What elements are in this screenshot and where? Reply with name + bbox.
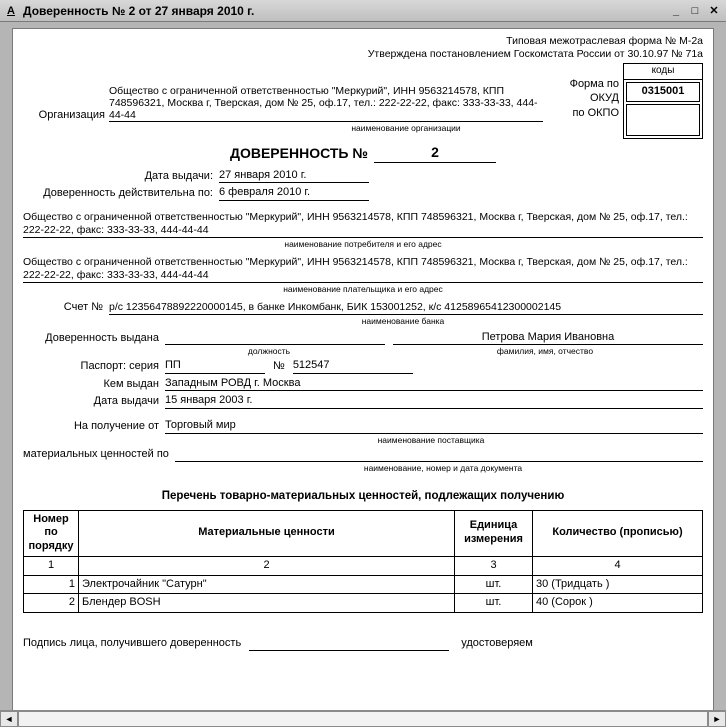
supplier: Торговый мир — [165, 419, 703, 434]
account-label: Счет № — [23, 301, 109, 315]
items-table: Номер по порядку Материальные ценности Е… — [23, 510, 703, 614]
issued-position — [165, 331, 385, 345]
valid-date: 6 февраля 2010 г. — [219, 186, 369, 201]
account-text: р/с 12356478892220000145, в банке Инкомб… — [109, 301, 703, 315]
doc-title: ДОВЕРЕННОСТЬ № — [230, 145, 368, 163]
doc-caption: наименование, номер и дата документа — [183, 463, 703, 474]
codes-header: коды — [623, 63, 703, 79]
table-header-row: Номер по порядку Материальные ценности Е… — [24, 510, 703, 556]
valid-label: Доверенность действительна по: — [23, 187, 219, 201]
close-button[interactable]: ✕ — [706, 4, 722, 18]
issued-by-label: Кем выдан — [23, 378, 165, 392]
table-numrow: 1 2 3 4 — [24, 556, 703, 575]
org-label: Организация — [23, 109, 109, 123]
position-caption: должность — [159, 346, 379, 357]
payer-caption: наименование плательщика и его адрес — [23, 284, 703, 295]
doc-number: 2 — [374, 144, 496, 163]
app-window: А Доверенность № 2 от 27 января 2010 г. … — [0, 0, 726, 727]
pass-issue-date-label: Дата выдачи — [23, 395, 165, 409]
issued-by: Западным РОВД г. Москва — [165, 377, 703, 392]
table-row: 2 Блендер BOSH шт. 40 (Сорок ) — [24, 594, 703, 613]
okud-label: Форма по ОКУД — [543, 63, 623, 139]
maximize-button[interactable]: □ — [687, 4, 703, 18]
horizontal-scrollbar[interactable]: ◄ ► — [0, 710, 726, 727]
col-name: Материальные ценности — [79, 510, 455, 556]
col-qty: Количество (прописью) — [533, 510, 703, 556]
app-icon: А — [4, 4, 18, 18]
pass-issue-date: 15 января 2003 г. — [165, 394, 703, 409]
col-num: Номер по порядку — [24, 510, 79, 556]
scroll-right-button[interactable]: ► — [708, 711, 726, 727]
codes-table: 0315001 — [623, 79, 703, 139]
items-title: Перечень товарно-материальных ценностей,… — [23, 489, 703, 503]
issue-date: 27 января 2010 г. — [219, 169, 369, 184]
document-viewport: Типовая межотраслевая форма № М-2а Утвер… — [0, 22, 726, 710]
consumer-text: Общество с ограниченной ответственностью… — [23, 211, 703, 238]
values-label: материальных ценностей по — [23, 448, 175, 462]
signature-line — [249, 637, 449, 651]
approved-line: Утверждена постановлением Госкомстата Ро… — [23, 48, 703, 61]
passport-number: 512547 — [293, 359, 413, 374]
supplier-caption: наименование поставщика — [159, 435, 703, 446]
scroll-left-button[interactable]: ◄ — [0, 711, 18, 727]
window-title: Доверенность № 2 от 27 января 2010 г. — [23, 4, 254, 18]
titlebar[interactable]: А Доверенность № 2 от 27 января 2010 г. … — [0, 0, 726, 22]
minimize-button[interactable]: _ — [668, 4, 684, 18]
col-unit: Единица измерения — [455, 510, 533, 556]
scroll-track[interactable] — [18, 711, 708, 727]
fio-caption: фамилия, имя, отчество — [387, 346, 703, 357]
signature-label: Подпись лица, получившего доверенность — [23, 637, 249, 651]
issued-to-label: Доверенность выдана — [23, 332, 165, 346]
passport-series: ПП — [165, 359, 265, 374]
confirm-label: удостоверяем — [449, 637, 533, 651]
org-value: Общество с ограниченной ответственностью… — [109, 85, 543, 122]
passport-num-label: № — [265, 360, 293, 374]
document-page: Типовая межотраслевая форма № М-2а Утвер… — [12, 28, 714, 710]
bank-caption: наименование банка — [103, 316, 703, 327]
payer-text: Общество с ограниченной ответственностью… — [23, 256, 703, 283]
table-row: 1 Электрочайник "Сатурн" шт. 30 (Тридцат… — [24, 575, 703, 594]
receive-from-label: На получение от — [23, 420, 165, 434]
consumer-caption: наименование потребителя и его адрес — [23, 239, 703, 250]
okud-code: 0315001 — [626, 82, 700, 102]
issue-date-label: Дата выдачи: — [23, 170, 219, 184]
values-doc — [175, 448, 703, 462]
issued-fio: Петрова Мария Ивановна — [393, 331, 703, 346]
okpo-code — [626, 104, 700, 136]
passport-label: Паспорт: серия — [23, 360, 165, 374]
doc-title-line: ДОВЕРЕННОСТЬ № 2 — [23, 144, 703, 163]
form-line: Типовая межотраслевая форма № М-2а — [23, 35, 703, 48]
